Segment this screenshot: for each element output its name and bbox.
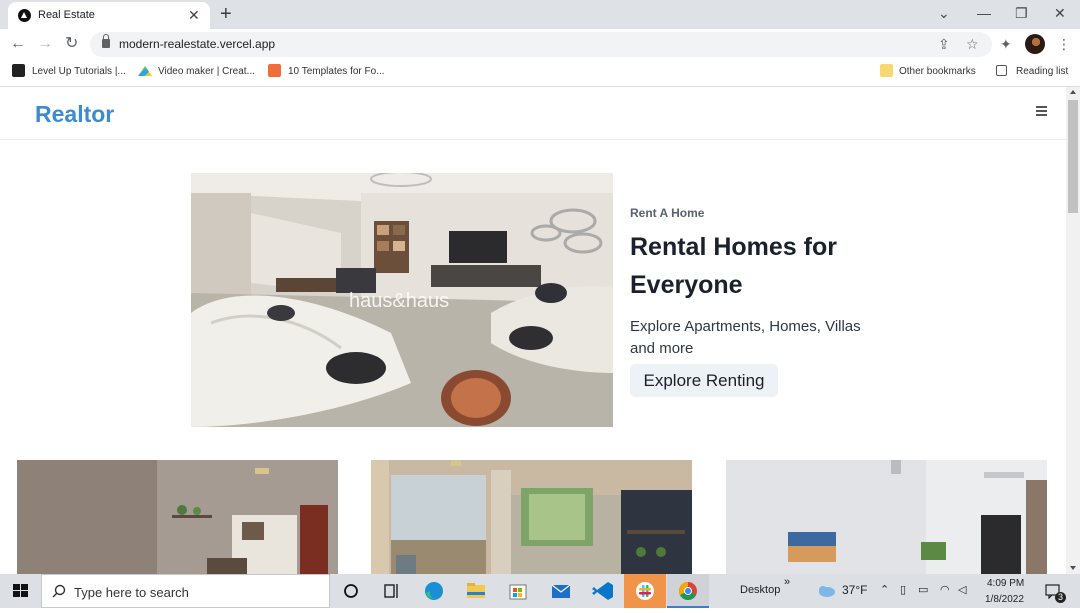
folder-icon [880,64,893,77]
explore-renting-button[interactable]: Explore Renting [630,364,778,397]
forward-icon[interactable]: → [37,34,53,54]
hero-eyebrow: Rent A Home [630,206,705,220]
windows-taskbar: Type here to search Desktop » 37°F ⌃ ▯ ▭… [0,574,1080,608]
notification-badge: 3 [1055,592,1066,603]
search-icon [52,584,66,598]
property-card-image[interactable] [726,460,1047,574]
edge-icon[interactable] [413,574,455,608]
level-up-icon [12,64,25,77]
property-card-image[interactable] [371,460,692,574]
hero-text-block: Rent A Home Rental Homes for Everyone Ex… [630,206,890,360]
share-icon[interactable]: ⇪ [938,35,950,53]
temperature[interactable]: 37°F [842,584,867,597]
chrome-icon[interactable] [667,574,709,608]
page-scrollbar[interactable] [1066,87,1080,574]
lock-icon [102,34,110,48]
hamburger-menu-icon[interactable] [1036,106,1047,116]
tray-expand-icon[interactable]: ⌃ [880,584,889,597]
property-card-image[interactable] [17,460,338,574]
cortana-icon[interactable] [330,574,372,608]
scroll-down-icon[interactable] [1070,566,1076,570]
bookmarks-bar: Level Up Tutorials |... Video maker | Cr… [0,60,1080,87]
minimize-icon[interactable]: — [977,3,991,23]
slack-icon[interactable] [624,574,666,608]
volume-icon[interactable]: ◁ [958,584,966,597]
task-view-icon[interactable] [371,574,413,608]
search-placeholder: Type here to search [74,585,189,600]
microsoft-store-icon[interactable] [497,574,539,608]
other-bookmarks[interactable]: Other bookmarks [899,65,976,79]
url-text: modern-realestate.vercel.app [119,37,276,51]
bookmark-star-icon[interactable]: ☆ [966,35,979,53]
new-tab-icon[interactable]: + [220,3,232,25]
taskbar-search[interactable]: Type here to search [41,574,330,608]
tab-search-chevron-icon[interactable]: ⌄ [938,3,950,23]
hero-image: haus&haus [191,173,613,427]
restore-icon[interactable]: ❐ [1015,3,1028,23]
close-window-icon[interactable]: ✕ [1054,3,1066,23]
site-header: Realtor [0,87,1066,140]
weather-cloud-icon[interactable] [816,584,836,597]
bookmark-item[interactable]: 10 Templates for Fo... [288,65,385,79]
tab-strip: Real Estate ✕ + ⌄ — ❐ ✕ [0,0,1080,29]
file-explorer-icon[interactable] [455,574,497,608]
tray-device-icon[interactable]: ▯ [900,584,906,597]
desktop-label[interactable]: Desktop [740,584,780,597]
scroll-up-icon[interactable] [1070,90,1076,94]
tab-title: Real Estate [38,9,95,21]
extensions-icon[interactable]: ✦ [1000,35,1012,53]
bookmark-item[interactable]: Video maker | Creat... [158,65,255,79]
wifi-icon[interactable]: ◠ [940,584,950,597]
site-favicon-icon [18,9,31,22]
browser-tab[interactable]: Real Estate ✕ [8,2,210,29]
reading-list-icon [996,65,1007,76]
hero-title: Rental Homes for Everyone [630,233,837,299]
reload-icon[interactable]: ↻ [65,34,78,54]
vscode-icon[interactable] [582,574,624,608]
site-logo[interactable]: Realtor [35,101,114,128]
reading-list[interactable]: Reading list [1016,65,1068,79]
back-icon[interactable]: ← [10,34,26,54]
hero-description: Explore Apartments, Homes, Villas and mo… [630,318,861,357]
close-tab-icon[interactable]: ✕ [188,6,200,24]
browser-toolbar: ← → ↻ modern-realestate.vercel.app ⇪ ☆ ✦… [0,29,1080,60]
clock-date[interactable]: 1/8/2022 [985,593,1024,606]
video-maker-icon [138,66,152,76]
bookmark-item[interactable]: Level Up Tutorials |... [32,65,126,79]
clock-time[interactable]: 4:09 PM [987,577,1024,590]
page-viewport: Realtor haus&haus Rent A Home Rental Hom… [0,87,1066,574]
templates-icon [268,64,281,77]
scrollbar-thumb[interactable] [1068,100,1078,213]
profile-avatar[interactable] [1025,34,1045,54]
chevron-icon[interactable]: » [784,576,790,589]
hero-watermark: haus&haus [349,290,449,312]
menu-kebab-icon[interactable]: ⋮ [1057,35,1071,53]
mail-icon[interactable] [540,574,582,608]
address-bar[interactable]: modern-realestate.vercel.app ⇪ ☆ [90,32,992,57]
windows-start-icon[interactable] [0,574,42,608]
battery-icon[interactable]: ▭ [918,584,928,597]
